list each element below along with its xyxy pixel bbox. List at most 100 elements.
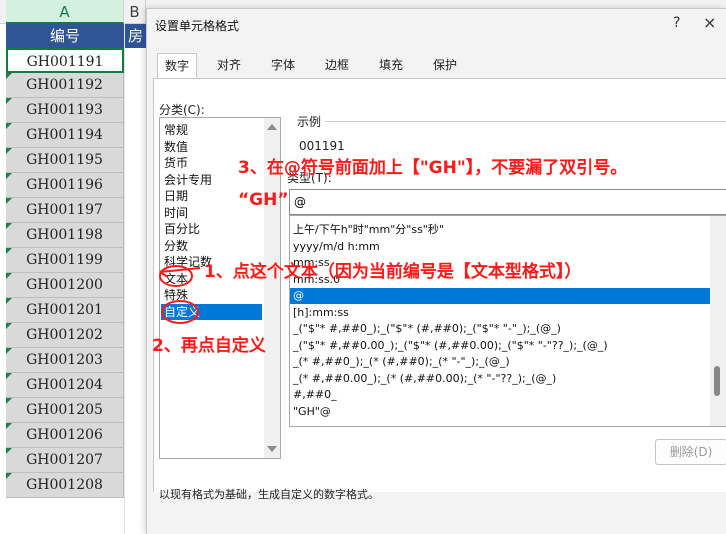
format-item[interactable]: _("$"* #,##0_);_("$"* (#,##0);_("$"* "-"… (290, 321, 710, 337)
type-input[interactable]: @ (289, 189, 726, 215)
format-item[interactable]: [h]:mm:ss (290, 305, 710, 321)
cell-text: GH001198 (26, 227, 103, 243)
cell-text: GH001203 (26, 352, 103, 368)
number-cell[interactable]: GH001202 (6, 323, 124, 348)
format-item[interactable]: 上午/下午h"时"mm"分"ss"秒" (290, 222, 710, 238)
format-item[interactable]: _(* #,##0.00_);_(* (#,##0.00);_(* "-"??_… (290, 371, 710, 387)
cell-text: GH001200 (26, 277, 103, 293)
number-cell[interactable]: GH001200 (6, 273, 124, 298)
tab-number[interactable]: 数字 (157, 53, 197, 80)
error-indicator-icon (6, 473, 12, 479)
cell-text: GH001208 (26, 477, 103, 493)
category-item[interactable]: 会计专用 (164, 172, 212, 188)
category-item[interactable]: 特殊 (164, 287, 188, 303)
category-item[interactable]: 百分比 (164, 221, 200, 237)
annotation-step3: 3、在@符号前面加上【"GH"】，不要漏了双引号。 (238, 158, 628, 178)
cell-text: GH001191 (26, 54, 104, 70)
annotation-step2: 2、再点自定义 (152, 336, 266, 356)
number-cell[interactable]: GH001196 (6, 173, 124, 198)
cell-text: GH001206 (26, 427, 103, 443)
error-indicator-icon (6, 98, 12, 104)
cell-text: GH001192 (26, 77, 103, 93)
cell-text: GH001199 (26, 252, 103, 268)
cell-text: GH001202 (26, 327, 103, 343)
sample-value: 001191 (299, 139, 345, 153)
column-header-b[interactable]: B (124, 0, 146, 24)
error-indicator-icon (6, 248, 12, 254)
error-indicator-icon (6, 73, 12, 79)
header-cell-room[interactable]: 房 (124, 24, 146, 48)
number-cell[interactable]: GH001199 (6, 248, 124, 273)
format-item[interactable]: @ (290, 288, 710, 304)
error-indicator-icon (6, 123, 12, 129)
column-header-a[interactable]: A (6, 0, 124, 24)
cell-text: GH001205 (26, 402, 103, 418)
format-item[interactable]: _("$"* #,##0.00_);_("$"* (#,##0.00);_("$… (290, 338, 710, 354)
number-cell[interactable]: GH001195 (6, 148, 124, 173)
annotation-step1: 1、点这个文本（因为当前编号是【文本型格式】） (204, 262, 582, 282)
number-cell[interactable]: GH001208 (6, 473, 124, 498)
category-item[interactable]: 日期 (164, 188, 188, 204)
number-cell[interactable]: GH001197 (6, 198, 124, 223)
number-cell[interactable]: GH001207 (6, 448, 124, 473)
category-item[interactable]: 自定义 (161, 303, 262, 320)
error-indicator-icon (6, 398, 12, 404)
number-cell[interactable]: GH001194 (6, 123, 124, 148)
number-cell[interactable]: GH001206 (6, 423, 124, 448)
number-cell[interactable]: GH001191 (6, 48, 124, 73)
cell-text: GH001194 (26, 127, 103, 143)
tab-alignment[interactable]: 对齐 (207, 53, 251, 79)
cell-text: GH001196 (26, 177, 103, 193)
scroll-down-icon[interactable] (267, 446, 277, 452)
scroll-up-icon[interactable] (267, 124, 277, 130)
number-cell[interactable]: GH001203 (6, 348, 124, 373)
tab-font[interactable]: 字体 (261, 53, 305, 79)
error-indicator-icon (6, 198, 12, 204)
number-cell[interactable]: GH001193 (6, 98, 124, 123)
category-label: 分类(C): (159, 103, 205, 117)
number-cell[interactable]: GH001201 (6, 298, 124, 323)
cell-text: GH001207 (26, 452, 103, 468)
format-item[interactable]: #,##0_ (290, 387, 710, 403)
scrollbar-thumb[interactable] (714, 366, 720, 396)
format-item[interactable]: _(* #,##0_);_(* (#,##0);_(* "-"_);_(@_) (290, 354, 710, 370)
header-cell-number[interactable]: 编号 (6, 24, 124, 48)
number-cell[interactable]: GH001192 (6, 73, 124, 98)
category-item[interactable]: 文本 (164, 271, 188, 287)
tab-protection[interactable]: 保护 (423, 53, 467, 79)
tab-fill[interactable]: 填充 (369, 53, 413, 79)
help-icon[interactable]: ? (673, 15, 680, 31)
format-item[interactable]: "GH"@ (290, 404, 710, 420)
number-cell[interactable]: GH001205 (6, 398, 124, 423)
error-indicator-icon (6, 298, 12, 304)
delete-button[interactable]: 删除(D) (655, 439, 726, 465)
cell-text: GH001195 (26, 152, 103, 168)
category-item[interactable]: 时间 (164, 205, 188, 221)
category-item[interactable]: 常规 (164, 122, 188, 138)
number-cell[interactable]: GH001198 (6, 223, 124, 248)
cell-text: GH001197 (26, 202, 103, 218)
tab-border[interactable]: 边框 (315, 53, 359, 79)
format-scrollbar[interactable] (710, 216, 726, 426)
error-indicator-icon (6, 323, 12, 329)
format-list[interactable]: 上午/下午h"时"mm"分"ss"秒" yyyy/m/d h:mm mm:ss mm:… (289, 215, 726, 427)
category-item[interactable]: 数值 (164, 139, 188, 155)
format-item[interactable]: yyyy/m/d h:mm (290, 239, 710, 255)
dialog-title: 设置单元格格式 (155, 19, 240, 33)
error-indicator-icon (6, 448, 12, 454)
annotation-gh-example: “GH” (238, 190, 289, 210)
error-indicator-icon (6, 223, 12, 229)
footnote-text: 以现有格式为基础，生成自定义的数字格式。 (159, 488, 379, 501)
cell-text: GH001201 (26, 302, 103, 318)
error-indicator-icon (6, 348, 12, 354)
category-item[interactable]: 货币 (164, 155, 188, 171)
category-item[interactable]: 分数 (164, 238, 188, 254)
close-icon[interactable]: × (703, 13, 716, 32)
number-cell[interactable]: GH001204 (6, 373, 124, 398)
sample-label: 示例 (297, 115, 322, 129)
error-indicator-icon (6, 273, 12, 279)
error-indicator-icon (6, 373, 12, 379)
cell-text: GH001204 (26, 377, 103, 393)
grid-line (124, 24, 125, 534)
error-indicator-icon (6, 173, 12, 179)
